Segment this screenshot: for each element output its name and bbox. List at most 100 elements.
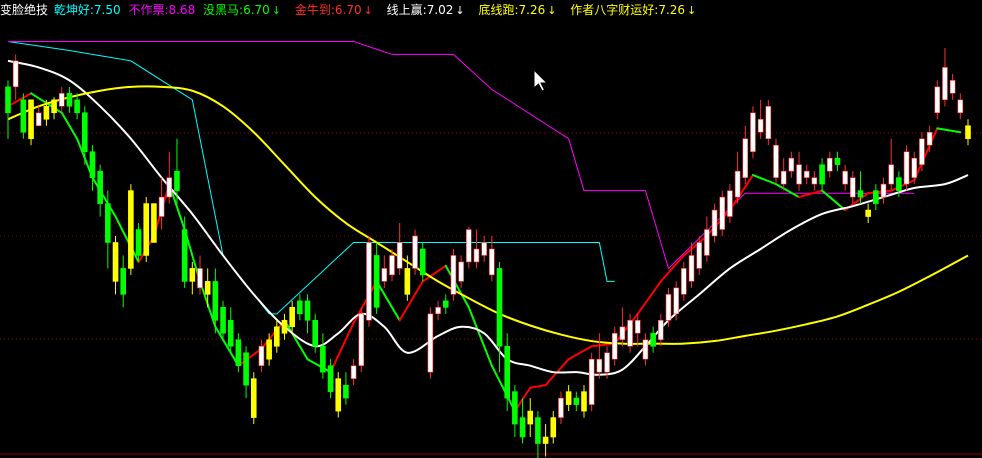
candle-body: [657, 320, 664, 341]
candle-body: [665, 294, 672, 321]
candle-body: [442, 300, 449, 308]
down-arrow-icon: ↓: [547, 4, 557, 17]
candle-body: [780, 170, 787, 185]
candle-body: [327, 365, 334, 392]
candle-body: [473, 248, 480, 263]
candle-body: [496, 268, 503, 347]
candle-body: [803, 170, 810, 178]
candle: [765, 99, 772, 146]
candle-body: [105, 203, 111, 243]
candle: [28, 99, 34, 146]
candle: [773, 138, 779, 185]
down-arrow-icon: ↓: [455, 4, 465, 17]
candle-body: [558, 397, 564, 418]
candle-body: [143, 203, 150, 256]
candle: [750, 106, 756, 159]
candle-body: [335, 378, 342, 412]
candle-body: [312, 320, 319, 347]
candle-body: [396, 242, 403, 269]
candle-body: [550, 417, 557, 438]
candle-body: [412, 235, 418, 269]
candle-body: [220, 307, 226, 334]
candle-body: [627, 320, 633, 347]
candle-body: [465, 229, 472, 263]
candle-body: [258, 345, 265, 366]
candle-body: [788, 157, 795, 172]
candle-body: [189, 268, 196, 282]
candle-body: [773, 144, 779, 178]
candle-body: [66, 93, 73, 107]
candle: [412, 229, 418, 275]
candle-body: [704, 229, 710, 256]
candle-body: [289, 307, 295, 328]
candle-body: [20, 99, 27, 133]
down-arrow-icon: ↓: [687, 4, 697, 17]
candle-body: [243, 352, 249, 386]
candle-body: [796, 164, 802, 185]
candle-body: [181, 229, 188, 282]
candle-body: [634, 320, 641, 334]
down-arrow-icon: ↓: [363, 4, 373, 17]
candle-body: [519, 417, 526, 438]
candle-body: [89, 151, 96, 178]
candle-body: [304, 300, 311, 321]
candle-body: [174, 170, 180, 191]
candle-body: [588, 358, 595, 405]
candle-body: [696, 242, 703, 269]
candle-body: [942, 67, 948, 101]
candle-body: [358, 313, 365, 366]
candle-body: [949, 80, 956, 94]
candle-body: [673, 287, 679, 315]
candle: [335, 372, 342, 418]
candle-body: [273, 326, 280, 347]
legend-item-dixianpao: 底线跑:7.26 ↓: [478, 3, 557, 17]
candle-body: [458, 261, 464, 282]
candle-body: [12, 60, 19, 88]
candle-body: [320, 345, 326, 373]
candle-body: [212, 281, 219, 321]
candlestick-chart[interactable]: [0, 0, 982, 458]
candle-body: [719, 196, 726, 230]
candle-body: [28, 99, 34, 140]
candle: [358, 307, 365, 373]
candle-body: [373, 255, 380, 308]
candle-body: [5, 86, 11, 114]
legend-item-buzuopiao: 不作票:8.68: [128, 3, 196, 17]
legend-item-qiankun: 乾坤好:7.50: [53, 3, 121, 17]
candle-body: [565, 391, 572, 405]
candle: [250, 372, 257, 425]
candle-body: [481, 242, 487, 256]
candle-body: [573, 397, 580, 405]
candle-body: [389, 255, 395, 276]
candle-body: [811, 177, 818, 185]
candle-body: [834, 157, 841, 165]
candle-body: [919, 138, 925, 165]
candle: [143, 197, 150, 262]
candle-body: [650, 332, 656, 347]
candle-body: [727, 190, 733, 217]
candle: [366, 236, 372, 327]
candle-body: [43, 106, 50, 120]
indicator-title: 变脸绝技: [0, 3, 49, 17]
candle-body: [750, 112, 756, 152]
candle-body: [381, 268, 388, 282]
candle-body: [120, 268, 126, 295]
candle: [427, 307, 434, 379]
candle-body: [135, 229, 142, 256]
candle-body: [873, 190, 879, 204]
candle-body: [688, 255, 695, 282]
indicator-legend: 变脸绝技 乾坤好:7.50 不作票:8.68 没黑马:6.70 ↓ 金牛到:6.7…: [0, 0, 982, 20]
candle-body: [204, 281, 211, 295]
candle-body: [51, 99, 57, 114]
candle-body: [765, 106, 772, 140]
candle-body: [235, 339, 242, 366]
candle-body: [611, 332, 618, 360]
candle: [20, 93, 27, 139]
candle-body: [865, 209, 871, 217]
candle-body: [849, 177, 856, 198]
candle-body: [343, 384, 349, 399]
candle-body: [74, 99, 80, 114]
candle-body: [896, 177, 902, 191]
candle-body: [535, 417, 541, 444]
candle-body: [97, 170, 103, 204]
